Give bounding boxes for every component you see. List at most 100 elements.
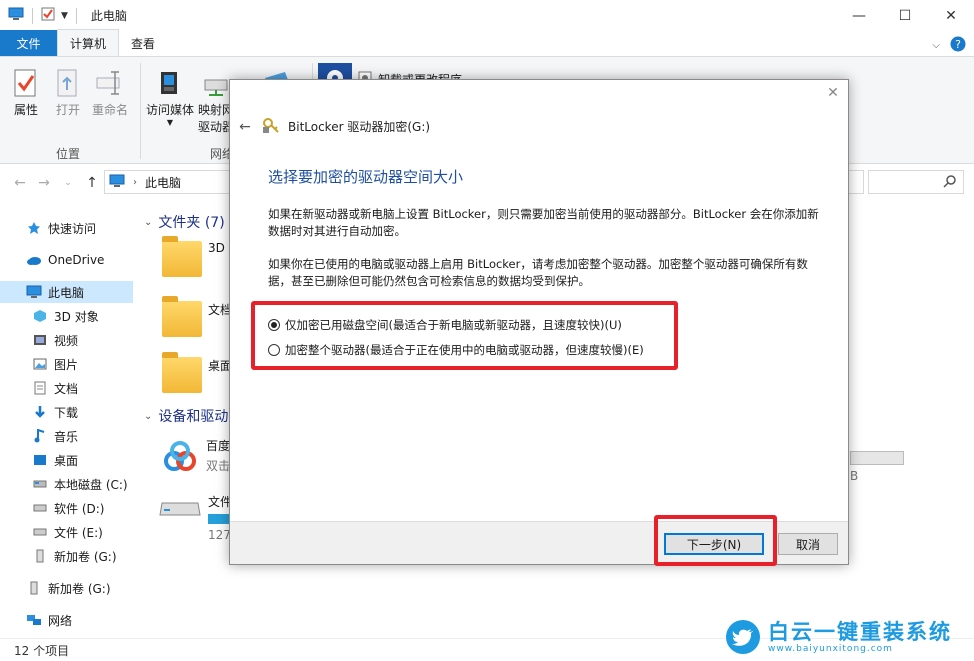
sidebar-item-videos[interactable]: 视频 bbox=[0, 329, 133, 351]
radio-button-checked[interactable] bbox=[268, 319, 280, 331]
drive-size-right-label: B bbox=[850, 469, 859, 483]
sidebar-item-new-volume-g[interactable]: 新加卷 (G:) bbox=[0, 545, 133, 567]
group-location-label: 位置 bbox=[56, 147, 81, 161]
ribbon-tabs: 文件 计算机 查看 ⌵ ? bbox=[0, 29, 974, 57]
folders-header-label: 文件夹 (7) bbox=[158, 215, 225, 231]
navigation-pane: 快速访问 OneDrive 此电脑 3D 对象 视频 图片 文档 下载 音乐 桌… bbox=[0, 205, 133, 635]
radio-label: 加密整个驱动器(最适合于正在使用中的电脑或驱动器，但速度较慢)(E) bbox=[285, 343, 644, 357]
sidebar-item-onedrive[interactable]: OneDrive bbox=[0, 249, 133, 271]
sidebar-item-software-d[interactable]: 软件 (D:) bbox=[0, 497, 133, 519]
sidebar-item-label: 3D 对象 bbox=[54, 309, 99, 324]
search-input[interactable] bbox=[868, 170, 964, 194]
cube-icon bbox=[32, 308, 48, 324]
next-button[interactable]: 下一步(N) bbox=[664, 533, 764, 555]
computer-icon bbox=[26, 284, 42, 300]
watermark-name: 白云一键重装系统 bbox=[768, 619, 952, 644]
sidebar-item-network[interactable]: 网络 bbox=[0, 609, 133, 631]
properties-button[interactable]: 属性 bbox=[10, 65, 42, 118]
sidebar-item-label: 桌面 bbox=[54, 453, 79, 468]
properties-quick-icon[interactable] bbox=[41, 7, 55, 24]
bitlocker-key-icon bbox=[262, 116, 280, 137]
back-arrow-icon[interactable]: ← bbox=[8, 175, 32, 191]
folder-3d-objects[interactable]: 3D bbox=[162, 236, 225, 277]
up-arrow-icon[interactable]: ↑ bbox=[80, 175, 104, 191]
radio-encrypt-whole-drive[interactable]: 加密整个驱动器(最适合于正在使用中的电脑或驱动器，但速度较慢)(E) bbox=[268, 342, 644, 358]
sidebar-item-3d-objects[interactable]: 3D 对象 bbox=[0, 305, 133, 327]
folder-desktop[interactable]: 桌面 bbox=[162, 352, 232, 393]
svg-text:?: ? bbox=[955, 38, 961, 51]
search-icon bbox=[943, 174, 957, 191]
sidebar-item-label: 视频 bbox=[54, 333, 79, 348]
sidebar-item-label: 文件 (E:) bbox=[54, 525, 103, 540]
bird-logo-icon bbox=[726, 619, 760, 654]
back-arrow-icon[interactable]: ← bbox=[236, 119, 254, 135]
rename-icon bbox=[94, 65, 126, 101]
breadcrumb-this-pc[interactable]: 此电脑 bbox=[145, 174, 181, 191]
tab-view[interactable]: 查看 bbox=[119, 30, 167, 56]
sidebar-item-label: 文档 bbox=[54, 381, 79, 396]
window-title: 此电脑 bbox=[90, 9, 127, 23]
forward-arrow-icon[interactable]: → bbox=[32, 175, 56, 191]
folders-section-header[interactable]: ⌄ 文件夹 (7) bbox=[144, 212, 225, 232]
tab-computer[interactable]: 计算机 bbox=[57, 29, 120, 56]
cancel-button[interactable]: 取消 bbox=[778, 533, 838, 555]
qat-dropdown-icon[interactable]: ▼ bbox=[61, 11, 68, 21]
drive-item[interactable]: 文件 127 bbox=[158, 493, 238, 542]
sidebar-item-music[interactable]: 音乐 bbox=[0, 425, 133, 447]
maximize-button[interactable]: ☐ bbox=[882, 0, 928, 31]
dialog-close-icon[interactable]: ✕ bbox=[826, 86, 840, 100]
sidebar-item-label: 快速访问 bbox=[48, 221, 97, 236]
sidebar-item-pictures[interactable]: 图片 bbox=[0, 353, 133, 375]
rename-label: 重命名 bbox=[92, 103, 129, 117]
tab-file[interactable]: 文件 bbox=[0, 30, 57, 56]
sidebar-item-label: 新加卷 (G:) bbox=[48, 581, 111, 596]
sidebar-item-desktop[interactable]: 桌面 bbox=[0, 449, 133, 471]
properties-icon bbox=[10, 65, 42, 101]
drive-usage-bar-right bbox=[850, 451, 904, 465]
devices-section-header[interactable]: ⌄ 设备和驱动 bbox=[144, 406, 228, 426]
star-icon bbox=[26, 220, 42, 236]
toolbar-divider bbox=[32, 7, 33, 24]
map-drive-icon bbox=[200, 65, 232, 101]
drive-icon bbox=[32, 476, 48, 492]
computer-icon bbox=[109, 174, 125, 191]
close-button[interactable]: ✕ bbox=[928, 0, 974, 31]
watermark-url: www.baiyunxitong.com bbox=[768, 643, 893, 654]
folder-documents[interactable]: 文档 bbox=[162, 296, 232, 337]
sidebar-item-downloads[interactable]: 下载 bbox=[0, 401, 133, 423]
sidebar-item-label: 图片 bbox=[54, 357, 79, 372]
help-icon[interactable]: ? bbox=[950, 36, 966, 55]
ribbon-group-divider bbox=[140, 63, 141, 159]
dialog-paragraph-2: 如果你在已使用的电脑或驱动器上启用 BitLocker，请考虑加密整个驱动器。加… bbox=[268, 257, 808, 288]
window-controls: — ☐ ✕ bbox=[836, 0, 974, 31]
ribbon-collapse-icon[interactable]: ⌵ bbox=[932, 40, 940, 51]
usb-drive-icon bbox=[26, 580, 42, 596]
open-button[interactable]: 打开 bbox=[52, 65, 84, 118]
sidebar-item-files-e[interactable]: 文件 (E:) bbox=[0, 521, 133, 543]
sidebar-item-label: OneDrive bbox=[48, 253, 105, 267]
rename-button[interactable]: 重命名 bbox=[92, 65, 128, 118]
open-label: 打开 bbox=[55, 103, 80, 117]
sidebar-item-label: 网络 bbox=[48, 613, 73, 628]
computer-icon bbox=[8, 7, 24, 24]
sidebar-item-this-pc[interactable]: 此电脑 bbox=[0, 281, 133, 303]
access-media-button[interactable]: 访问媒体 ▼ bbox=[146, 65, 194, 127]
dialog-title: 选择要加密的驱动器空间大小 bbox=[268, 168, 464, 186]
sidebar-item-quick-access[interactable]: 快速访问 bbox=[0, 217, 133, 239]
minimize-button[interactable]: — bbox=[836, 0, 882, 31]
dialog-header-label: BitLocker 驱动器加密(G:) bbox=[288, 120, 431, 134]
dialog-header: ← BitLocker 驱动器加密(G:) bbox=[236, 116, 430, 137]
recent-dropdown-icon[interactable]: ⌄ bbox=[56, 178, 80, 188]
sidebar-item-documents[interactable]: 文档 bbox=[0, 377, 133, 399]
radio-encrypt-used-space[interactable]: 仅加密已用磁盘空间(最适合于新电脑或新驱动器，且速度较快)(U) bbox=[268, 317, 622, 333]
radio-button[interactable] bbox=[268, 344, 280, 356]
baidu-sub-label: 双击 bbox=[206, 459, 231, 473]
breadcrumb-chevron-icon[interactable]: › bbox=[133, 177, 137, 188]
sidebar-item-local-disk-c[interactable]: 本地磁盘 (C:) bbox=[0, 473, 133, 495]
baidu-netdisk-item[interactable]: 百度 双击 bbox=[160, 437, 230, 480]
folder-label: 3D bbox=[208, 241, 225, 255]
sidebar-item-new-volume-g-root[interactable]: 新加卷 (G:) bbox=[0, 577, 133, 599]
title-bar: ▼ 此电脑 — ☐ ✕ bbox=[0, 0, 974, 31]
sidebar-item-label: 本地磁盘 (C:) bbox=[54, 477, 128, 492]
picture-icon bbox=[32, 356, 48, 372]
